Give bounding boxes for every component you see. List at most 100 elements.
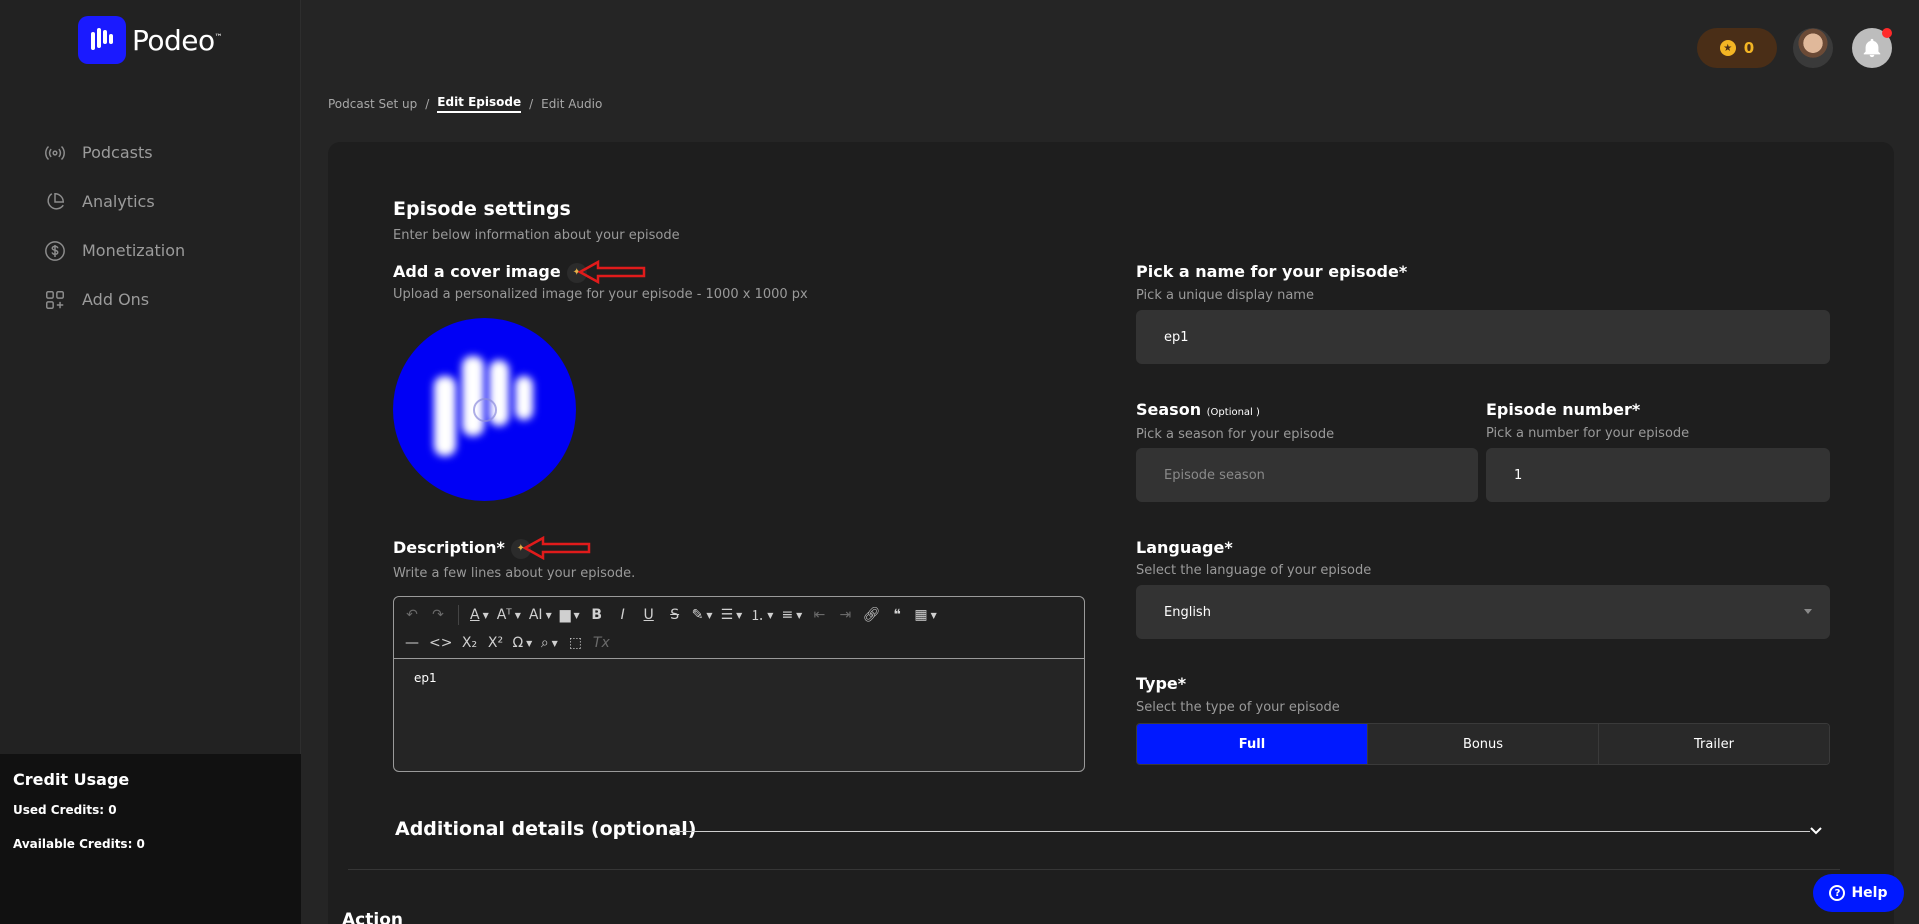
used-credits: Used Credits: 0	[13, 803, 117, 817]
type-option-bonus[interactable]: Bonus	[1368, 724, 1599, 764]
notification-dot	[1882, 28, 1892, 38]
numbered-list-icon[interactable]: ⒈ ▼	[747, 603, 776, 627]
episode-name-label: Pick a name for your episode*	[1136, 262, 1408, 281]
add-grid-icon	[46, 290, 64, 309]
language-hint: Select the language of your episode	[1136, 563, 1372, 578]
select-all-icon[interactable]: ⬚	[563, 631, 587, 655]
sidebar-item-monetization[interactable]: Monetization	[44, 226, 185, 275]
season-label: Season (Optional )	[1136, 400, 1260, 419]
logo[interactable]: Podeo™	[78, 16, 223, 64]
redo-icon[interactable]: ↷	[426, 603, 450, 627]
description-hint: Write a few lines about your episode.	[393, 566, 636, 581]
sidebar-item-podcasts[interactable]: Podcasts	[44, 128, 185, 177]
strikethrough-icon[interactable]: S	[663, 603, 687, 627]
special-char-icon[interactable]: Ω ▼	[509, 631, 535, 655]
table-icon[interactable]: ▦ ▼	[911, 603, 939, 627]
notifications-button[interactable]	[1852, 28, 1892, 68]
description-editor-content[interactable]: ep1	[394, 659, 1084, 697]
rich-text-editor: ↶ ↷ A ▼ Aᵀ ▼ AI ▼ ▆ ▼ B I U S ✎ ▼ ☰ ▼ ⒈ ▼ ≡ ▼ ⇤ …	[393, 596, 1085, 772]
avatar[interactable]	[1793, 28, 1833, 68]
sidebar-nav: Podcasts Analytics Monetization Add Ons	[44, 128, 185, 324]
cover-image-label: Add a cover image ✦	[393, 262, 587, 283]
indent-icon[interactable]: ⇥	[833, 603, 857, 627]
dollar-icon	[45, 240, 65, 261]
breadcrumb-edit-episode[interactable]: Edit Episode	[437, 95, 522, 113]
sidebar-item-label: Add Ons	[82, 290, 150, 309]
horizontal-line-icon[interactable]: —	[400, 631, 424, 655]
clear-format-icon[interactable]: Tx	[589, 631, 613, 655]
code-icon[interactable]: <>	[426, 631, 455, 655]
broadcast-icon	[45, 145, 65, 160]
breadcrumb-separator: /	[425, 97, 430, 111]
language-select-value: English	[1164, 604, 1211, 620]
bold-icon[interactable]: B	[585, 603, 609, 627]
upload-ring-icon	[473, 398, 497, 422]
italic-icon[interactable]: I	[611, 603, 635, 627]
find-replace-icon[interactable]: ⌕ ▼	[537, 631, 561, 655]
question-icon: ?	[1829, 885, 1846, 901]
sidebar-item-label: Analytics	[82, 192, 155, 211]
language-select[interactable]: English	[1136, 585, 1830, 639]
red-arrow-annotation-icon	[523, 536, 591, 560]
breadcrumb-separator: /	[529, 97, 534, 111]
page-subtitle: Enter below information about your episo…	[393, 228, 680, 243]
help-label: Help	[1851, 885, 1888, 901]
chevron-down-icon	[1804, 609, 1812, 614]
sidebar-item-label: Monetization	[82, 241, 186, 260]
available-credits: Available Credits: 0	[13, 837, 145, 851]
episode-type-selector: Full Bonus Trailer	[1136, 723, 1830, 765]
cover-image-upload[interactable]	[393, 318, 576, 501]
episode-name-hint: Pick a unique display name	[1136, 288, 1314, 303]
action-section-title: Action	[342, 910, 403, 924]
type-label: Type*	[1136, 674, 1187, 693]
background-color-icon[interactable]: ▆ ▼	[557, 603, 583, 627]
season-hint: Pick a season for your episode	[1136, 427, 1335, 442]
credit-usage-panel: Credit Usage Used Credits: 0 Available C…	[0, 754, 301, 924]
coins-count: 0	[1743, 39, 1755, 57]
highlight-icon[interactable]: ✎ ▼	[689, 603, 716, 627]
bell-icon	[1863, 38, 1881, 58]
subscript-icon[interactable]: X₂	[457, 631, 481, 655]
episode-number-label: Episode number*	[1486, 400, 1641, 419]
link-icon[interactable]: 🔗︎	[859, 603, 883, 627]
episode-number-hint: Pick a number for your episode	[1486, 426, 1690, 441]
bullet-list-icon[interactable]: ☰ ▼	[718, 603, 746, 627]
language-label: Language*	[1136, 538, 1233, 557]
quote-icon[interactable]: ❝	[885, 603, 909, 627]
breadcrumb-podcast-setup[interactable]: Podcast Set up	[328, 97, 417, 111]
episode-name-input[interactable]: ep1	[1136, 310, 1830, 364]
cover-image-hint: Upload a personalized image for your epi…	[393, 287, 808, 302]
font-size-icon[interactable]: Aᵀ ▼	[494, 603, 524, 627]
align-icon[interactable]: ≡ ▼	[778, 603, 805, 627]
season-input[interactable]: Episode season	[1136, 448, 1478, 502]
type-option-full[interactable]: Full	[1137, 724, 1368, 764]
sidebar-item-add-ons[interactable]: Add Ons	[44, 275, 185, 324]
undo-icon[interactable]: ↶	[400, 603, 424, 627]
credit-usage-title: Credit Usage	[13, 770, 130, 789]
sidebar-item-analytics[interactable]: Analytics	[44, 177, 185, 226]
breadcrumb: Podcast Set up / Edit Episode / Edit Aud…	[328, 95, 602, 113]
pie-chart-icon	[47, 192, 64, 210]
outdent-icon[interactable]: ⇤	[807, 603, 831, 627]
additional-details-toggle[interactable]: Additional details (optional)	[395, 818, 696, 840]
coin-icon: ★	[1719, 40, 1736, 56]
breadcrumb-edit-audio[interactable]: Edit Audio	[541, 97, 602, 111]
font-family-icon[interactable]: AI ▼	[526, 603, 555, 627]
superscript-icon[interactable]: X²	[483, 631, 507, 655]
underline-icon[interactable]: U	[637, 603, 661, 627]
font-color-icon[interactable]: A ▼	[467, 603, 492, 627]
sidebar-item-label: Podcasts	[82, 143, 153, 162]
type-option-trailer[interactable]: Trailer	[1599, 724, 1829, 764]
sidebar: Podeo™ Podcasts Analytics Monetization A…	[0, 0, 301, 924]
chevron-down-icon[interactable]	[1806, 820, 1826, 840]
help-button[interactable]: ? Help	[1813, 874, 1904, 912]
episode-number-input[interactable]: 1	[1486, 448, 1830, 502]
podeo-logo-icon	[78, 16, 126, 64]
additional-details-divider	[673, 831, 1810, 832]
red-arrow-annotation-icon	[578, 260, 646, 284]
logo-text: Podeo™	[132, 23, 223, 57]
page-title: Episode settings	[393, 198, 571, 220]
coins-badge[interactable]: ★ 0	[1697, 28, 1777, 68]
editor-toolbar: ↶ ↷ A ▼ Aᵀ ▼ AI ▼ ▆ ▼ B I U S ✎ ▼ ☰ ▼ ⒈ ▼ ≡ ▼ ⇤ …	[394, 597, 1084, 659]
section-divider	[348, 869, 1840, 870]
